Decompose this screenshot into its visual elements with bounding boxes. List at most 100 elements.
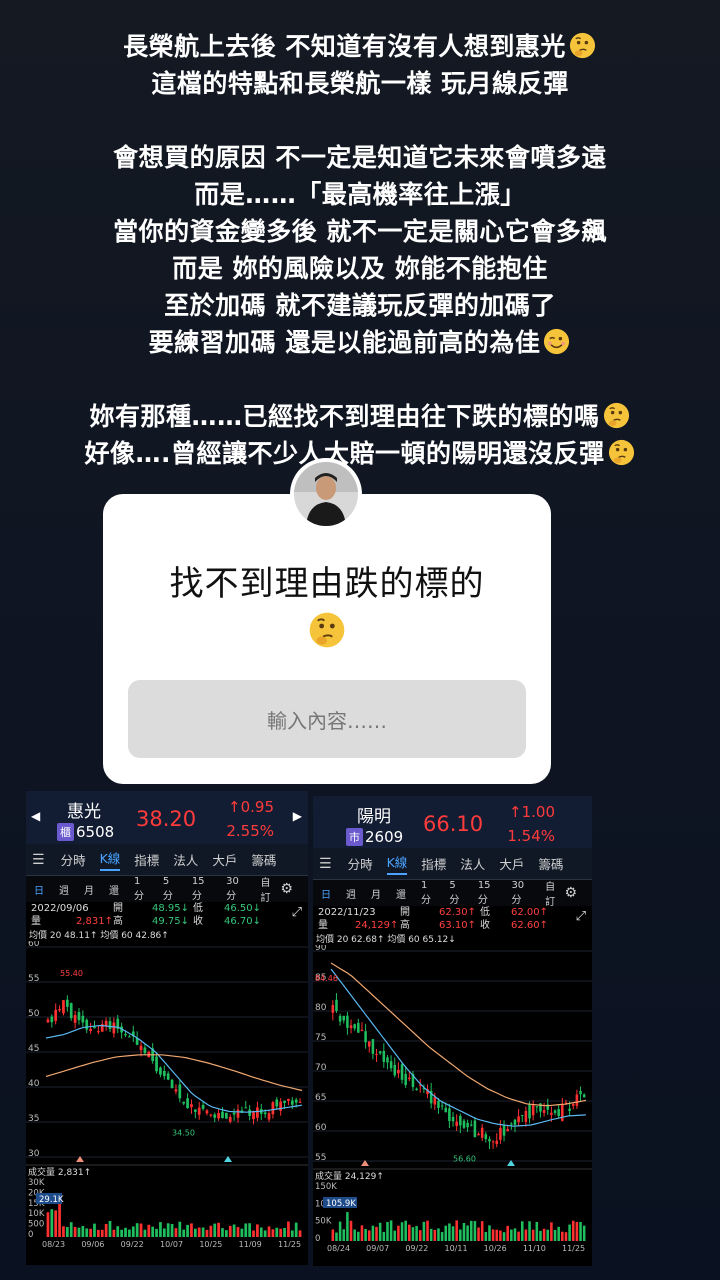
period-adjusted[interactable]: 還 — [109, 882, 119, 897]
candle-body — [69, 1003, 73, 1019]
period-30min[interactable]: 30分 — [511, 880, 530, 906]
volume-bar — [382, 1231, 386, 1241]
tab-chips[interactable]: 籌碼 — [251, 850, 276, 869]
tab-timeshare[interactable]: 分時 — [61, 850, 86, 869]
candle-body — [506, 1128, 509, 1132]
vol-max-label: 105.9K — [326, 1199, 356, 1209]
candle-body — [201, 1104, 205, 1109]
volume-bar — [290, 1230, 294, 1237]
high-marker-label: 55.40 — [60, 969, 83, 978]
candle-body — [488, 1139, 491, 1142]
tab-indicator[interactable]: 指標 — [421, 854, 446, 873]
question-answer-input[interactable]: 輸入內容…… — [128, 680, 526, 758]
period-adjusted[interactable]: 還 — [396, 886, 406, 901]
volume-bar — [100, 1229, 104, 1237]
menu-icon[interactable]: ☰ — [319, 856, 332, 872]
y-tick-label: 35 — [28, 1114, 39, 1124]
candle-body — [267, 1113, 271, 1120]
arrow-right-icon[interactable]: ▶ — [293, 809, 302, 823]
period-month[interactable]: 月 — [84, 882, 94, 897]
vol-max-label: 29.1K — [39, 1195, 64, 1205]
candle-body — [571, 1104, 575, 1106]
tab-institutional[interactable]: 法人 — [173, 850, 198, 869]
candle-body — [367, 1041, 371, 1047]
volume-bar — [170, 1224, 174, 1237]
candle-body — [58, 1009, 61, 1011]
volume-bar — [81, 1225, 85, 1237]
period-30min[interactable]: 30分 — [226, 876, 245, 902]
fullscreen-icon[interactable]: ⤢ — [292, 906, 302, 919]
tab-kline[interactable]: K線 — [386, 852, 408, 875]
candle-body — [364, 1031, 367, 1043]
tab-indicator[interactable]: 指標 — [134, 850, 159, 869]
period-day[interactable]: 日 — [34, 882, 44, 897]
candle-body — [477, 1133, 480, 1136]
period-custom[interactable]: 自訂 — [545, 878, 561, 908]
period-5min[interactable]: 5分 — [449, 880, 462, 906]
candle-body — [331, 1005, 335, 1013]
tab-institutional[interactable]: 法人 — [460, 854, 485, 873]
period-month[interactable]: 月 — [371, 886, 381, 901]
stock-panel-huiguang: ◀ 惠光 櫃 6508 38.20 ↑0.95 2.55% ▶ ☰ 分時 K線 指標… — [26, 791, 308, 1265]
stock-change: ↑0.95 2.55% — [226, 798, 274, 840]
volume-bar — [440, 1232, 444, 1241]
tab-chips[interactable]: 籌碼 — [538, 854, 563, 873]
candle-body — [360, 1029, 364, 1031]
vol-tick-label: 50K — [315, 1217, 332, 1227]
volume-bar — [415, 1226, 418, 1241]
period-1min[interactable]: 1分 — [134, 876, 148, 902]
candle-body — [244, 1107, 248, 1109]
candle-body — [378, 1051, 382, 1054]
period-15min[interactable]: 15分 — [478, 880, 497, 906]
volume-bar — [240, 1228, 244, 1237]
story-line: 而是 妳的風險以及 妳能不能抱住 — [172, 254, 548, 283]
tab-kline[interactable]: K線 — [99, 848, 121, 871]
period-day[interactable]: 日 — [321, 886, 331, 901]
candle-body — [89, 1028, 92, 1032]
candle-body — [279, 1101, 283, 1111]
volume-bar — [85, 1228, 89, 1237]
candle-body — [353, 1024, 356, 1029]
volume-bar — [46, 1212, 50, 1237]
candle-body — [73, 1015, 77, 1023]
volume-bar — [484, 1231, 488, 1241]
period-week[interactable]: 週 — [59, 882, 69, 897]
volume-bar — [466, 1225, 469, 1241]
candle-body — [491, 1141, 495, 1143]
candle-body — [371, 1039, 375, 1054]
menu-icon[interactable]: ☰ — [32, 852, 45, 868]
vol-tick-label: 0 — [28, 1230, 33, 1240]
period-selector: 日 週 月 還 1分 5分 15分 30分 自訂 ⚙ — [313, 878, 592, 908]
volume-bar — [131, 1226, 135, 1237]
chart-tabs: ☰ 分時 K線 指標 法人 大戶 籌碼 — [26, 844, 308, 876]
tab-timeshare[interactable]: 分時 — [348, 854, 373, 873]
arrow-left-icon[interactable]: ◀ — [31, 809, 40, 823]
period-15min[interactable]: 15分 — [192, 876, 211, 902]
vol-tick-label: 30K — [28, 1178, 45, 1188]
volume-bar — [524, 1229, 528, 1241]
close-value: 62.60↑ — [510, 920, 548, 931]
period-week[interactable]: 週 — [346, 886, 356, 901]
story-line: 妳有那種……已經找不到理由往下跌的標的嗎 — [0, 398, 720, 435]
volume-bar — [517, 1231, 520, 1241]
candle-body — [97, 1031, 100, 1033]
period-1min[interactable]: 1分 — [421, 880, 434, 906]
period-5min[interactable]: 5分 — [163, 876, 177, 902]
tab-major-holders[interactable]: 大戶 — [212, 850, 237, 869]
stock-price: 38.20 — [136, 807, 197, 831]
fullscreen-icon[interactable]: ⤢ — [576, 910, 586, 923]
candle-body — [473, 1120, 477, 1138]
ma-info: 均價 20 48.11↑ 均價 60 42.86↑ — [29, 931, 169, 941]
volume-bar — [531, 1229, 535, 1241]
volume-bar — [455, 1220, 458, 1241]
candle-body — [444, 1107, 448, 1113]
volume-bar — [357, 1231, 360, 1241]
volume-bar — [112, 1229, 116, 1237]
period-custom[interactable]: 自訂 — [260, 874, 277, 904]
volume-bar — [147, 1224, 151, 1237]
tab-major-holders[interactable]: 大戶 — [499, 854, 524, 873]
x-tick-label: 08/23 — [42, 1240, 65, 1247]
gear-icon[interactable]: ⚙ — [280, 881, 293, 897]
candle-body — [290, 1100, 294, 1105]
gear-icon[interactable]: ⚙ — [564, 885, 577, 901]
